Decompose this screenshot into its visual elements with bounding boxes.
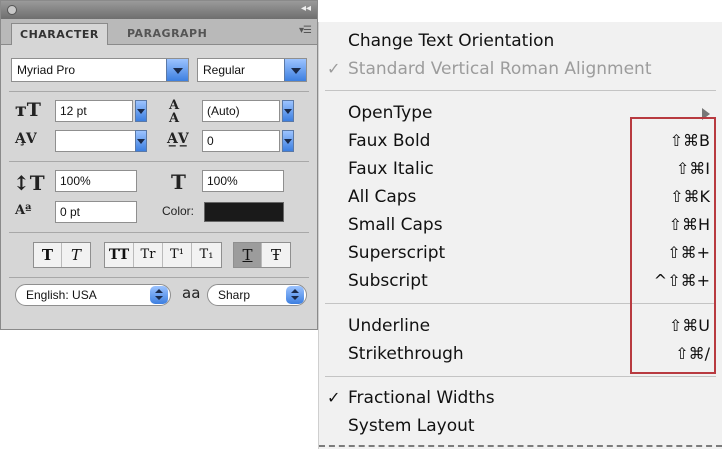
small-caps-button[interactable]: Tr: [134, 243, 163, 267]
font-style-dropdown-icon[interactable]: [284, 59, 306, 81]
menu-item-label: Small Caps: [348, 215, 443, 235]
tracking-field[interactable]: 0: [202, 130, 280, 152]
menu-item-label: Subscript: [348, 271, 428, 291]
horizontal-scale-field[interactable]: 100%: [202, 170, 284, 192]
submenu-arrow-icon: [702, 108, 710, 120]
menu-item-faux-bold[interactable]: Faux Bold ⇧⌘B: [319, 127, 722, 155]
menu-separator: [325, 90, 716, 91]
subscript-button[interactable]: T₁: [192, 243, 221, 267]
panel-menu-icon[interactable]: ▾☰: [299, 25, 312, 36]
leading-icon: AA: [169, 98, 180, 126]
menu-item-label: Faux Italic: [348, 159, 434, 179]
menu-item-strikethrough[interactable]: Strikethrough ⇧⌘/: [319, 340, 722, 368]
font-size-dropdown-icon[interactable]: [135, 100, 147, 122]
tab-character[interactable]: CHARACTER: [11, 23, 108, 45]
text-color-swatch[interactable]: [204, 202, 284, 222]
antialias-icon: aa: [182, 284, 201, 302]
menu-separator: [325, 376, 716, 377]
menu-item-label: OpenType: [348, 103, 433, 123]
font-style-select[interactable]: Regular: [197, 58, 307, 82]
panel-divider: [9, 232, 309, 233]
vertical-scale-field[interactable]: 100%: [55, 170, 137, 192]
language-select[interactable]: English: USA: [15, 284, 171, 306]
menu-item-shortcut: ⇧⌘H: [668, 215, 710, 234]
tracking-dropdown-icon[interactable]: [282, 130, 294, 152]
kerning-dropdown-icon[interactable]: [135, 130, 147, 152]
vertical-scale-icon: ↕T: [13, 171, 45, 195]
faux-style-button-group: T T: [33, 242, 91, 268]
faux-bold-button[interactable]: T: [34, 243, 62, 267]
menu-item-subscript[interactable]: Subscript ^⇧⌘+: [319, 267, 722, 295]
panel-close-button[interactable]: [7, 5, 17, 15]
menu-item-label: Strikethrough: [348, 344, 464, 364]
font-size-icon: ᴛT: [15, 99, 41, 121]
menu-item-shortcut: ⇧⌘/: [675, 344, 710, 363]
antialias-select[interactable]: Sharp: [207, 284, 307, 306]
panel-tabbar: CHARACTER PARAGRAPH: [1, 19, 317, 45]
menu-item-shortcut: ⇧⌘K: [670, 187, 710, 206]
menu-item-label: Superscript: [348, 243, 446, 263]
checkmark-icon: ✓: [327, 59, 341, 78]
menu-item-label: Change Text Orientation: [348, 31, 555, 51]
tracking-icon: A̲V̲: [167, 131, 189, 147]
all-caps-button[interactable]: TT: [105, 243, 134, 267]
baseline-shift-icon: Aª: [15, 203, 32, 218]
menu-item-small-caps[interactable]: Small Caps ⇧⌘H: [319, 211, 722, 239]
menu-item-shortcut: ⇧⌘B: [669, 131, 710, 150]
menu-item-label: All Caps: [348, 187, 417, 207]
menu-item-underline[interactable]: Underline ⇧⌘U: [319, 312, 722, 340]
menu-item-label: System Layout: [348, 416, 475, 436]
menu-item-label: Standard Vertical Roman Alignment: [348, 59, 652, 79]
menu-item-change-text-orientation[interactable]: Change Text Orientation: [319, 27, 722, 55]
menu-item-system-layout[interactable]: System Layout: [319, 412, 722, 440]
menu-item-standard-vertical-roman-alignment: ✓ Standard Vertical Roman Alignment: [319, 55, 722, 83]
strikethrough-button[interactable]: Ŧ: [262, 243, 290, 267]
menu-separator: [325, 303, 716, 304]
menu-item-shortcut: ⇧⌘U: [668, 316, 710, 335]
menu-item-shortcut: ⇧⌘+: [667, 243, 710, 262]
language-dropdown-icon[interactable]: [150, 286, 168, 304]
menu-item-opentype[interactable]: OpenType: [319, 99, 722, 127]
line-style-button-group: T Ŧ: [233, 242, 291, 268]
panel-divider: [9, 161, 309, 162]
menu-item-superscript[interactable]: Superscript ⇧⌘+: [319, 239, 722, 267]
font-family-value: Myriad Pro: [17, 63, 76, 77]
font-style-value: Regular: [203, 63, 246, 77]
character-panel: ◂◂ CHARACTER PARAGRAPH ▾☰ Myriad Pro Reg…: [0, 0, 318, 330]
menu-item-shortcut: ^⇧⌘+: [653, 271, 710, 290]
font-family-select[interactable]: Myriad Pro: [11, 58, 189, 82]
antialias-dropdown-icon[interactable]: [286, 286, 304, 304]
faux-italic-button[interactable]: T: [62, 243, 90, 267]
kerning-field[interactable]: [55, 130, 147, 152]
kerning-icon: A̧V: [15, 131, 37, 147]
character-panel-flyout-menu: Change Text Orientation ✓ Standard Verti…: [318, 22, 722, 449]
menu-item-label: Faux Bold: [348, 131, 431, 151]
menu-item-shortcut: ⇧⌘I: [675, 159, 710, 178]
menu-item-label: Underline: [348, 316, 431, 336]
baseline-shift-field[interactable]: 0 pt: [55, 201, 137, 223]
menu-item-label: Fractional Widths: [348, 388, 495, 408]
color-label: Color:: [162, 204, 195, 218]
panel-titlebar: ◂◂: [1, 1, 317, 19]
underline-button[interactable]: T: [234, 243, 262, 267]
font-size-field[interactable]: 12 pt: [55, 100, 133, 122]
leading-dropdown-icon[interactable]: [282, 100, 294, 122]
horizontal-scale-icon: T: [171, 170, 186, 194]
panel-divider: [9, 277, 309, 278]
menu-item-fractional-widths[interactable]: ✓ Fractional Widths: [319, 384, 722, 412]
font-family-dropdown-icon[interactable]: [166, 59, 188, 81]
checkmark-icon: ✓: [327, 388, 341, 407]
leading-field[interactable]: (Auto): [202, 100, 280, 122]
caps-script-button-group: TT Tr T¹ T₁: [104, 242, 222, 268]
menu-item-faux-italic[interactable]: Faux Italic ⇧⌘I: [319, 155, 722, 183]
panel-collapse-icon[interactable]: ◂◂: [301, 3, 311, 14]
superscript-button[interactable]: T¹: [163, 243, 192, 267]
panel-divider: [9, 91, 309, 92]
menu-item-all-caps[interactable]: All Caps ⇧⌘K: [319, 183, 722, 211]
tab-paragraph[interactable]: PARAGRAPH: [119, 23, 215, 45]
antialias-value: Sharp: [218, 288, 251, 302]
language-value: English: USA: [26, 288, 97, 302]
menu-continuation-edge: [319, 445, 722, 447]
